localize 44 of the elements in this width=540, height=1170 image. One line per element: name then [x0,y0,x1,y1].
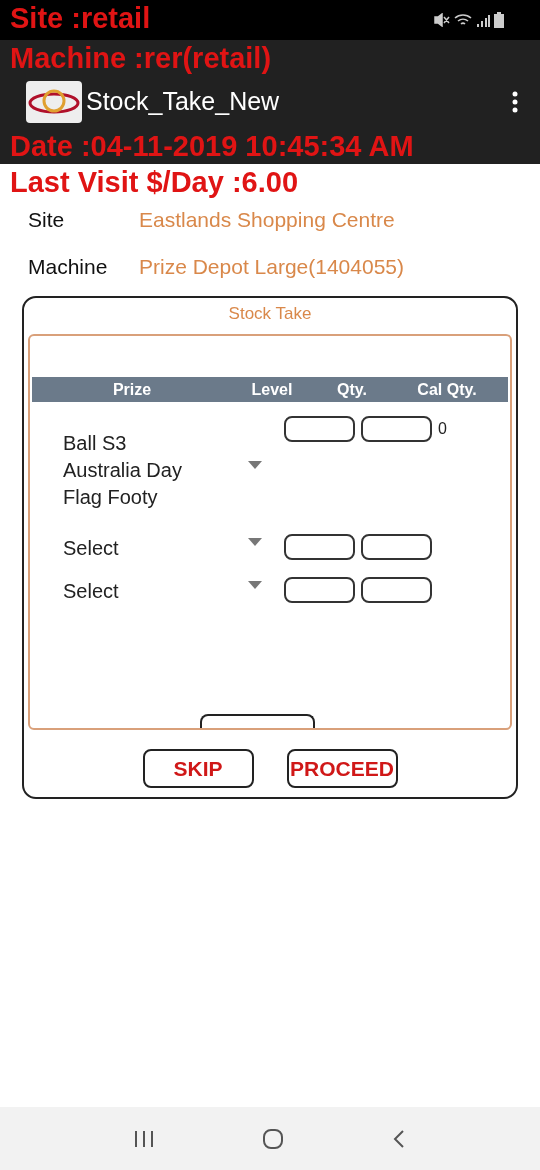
prize-dropdown[interactable]: Select [30,535,216,562]
more-options-icon[interactable] [512,91,518,113]
overlay-text: Date :04-11-2019 10:45:34 AM [10,129,414,164]
info-value: Prize Depot Large(1404055) [139,254,404,280]
dropdown-arrow-icon[interactable] [248,461,262,469]
overlay-text: Machine :rer(retail) [10,41,272,76]
info-value: Eastlands Shopping Centre [139,207,395,233]
prize-name: Ball S3 [63,431,128,456]
battery-icon [494,12,504,28]
recent-apps-icon[interactable] [134,1129,154,1148]
info-label: Machine [28,254,109,280]
prize-dropdown[interactable]: Ball S3 Australia Day Flag Footy [30,430,216,511]
home-icon[interactable] [262,1127,284,1150]
action-button[interactable]: PROCEED [286,749,398,788]
dropdown-arrow-icon[interactable] [248,581,262,589]
calculated-quantity-field[interactable] [361,416,432,442]
quantity-field[interactable] [284,534,355,560]
signal-icon [476,13,490,27]
prize-dropdown[interactable]: Select [30,578,216,605]
overlay-text: Site :retail [10,1,151,36]
column-header: Level [250,379,294,400]
quantity-field[interactable] [284,416,355,442]
mute-icon [434,13,450,27]
back-icon[interactable] [392,1128,406,1149]
wifi-icon [454,13,472,27]
column-header: Prize [111,379,153,400]
calculated-quantity-field[interactable] [361,577,432,603]
info-label: Site [28,207,66,233]
card-title: Stock Take [228,303,312,325]
partial-button[interactable] [200,714,315,728]
prize-name: Select [63,536,120,561]
dropdown-arrow-icon[interactable] [248,538,262,546]
prize-name: Australia Day [63,458,183,483]
column-header: Cal Qty. [416,379,478,400]
quantity-field[interactable] [284,577,355,603]
column-header: Qty. [336,379,368,400]
action-button[interactable]: SKIP [142,749,254,788]
calculated-quantity-field[interactable] [361,534,432,560]
logo-icon [26,81,82,123]
app-title: Stock_Take_New [86,86,280,118]
prize-name: Select [63,579,120,604]
prize-name: Flag Footy [63,485,159,510]
calculated-quantity: 0 [438,419,447,439]
overlay-text: Last Visit $/Day :6.00 [10,165,298,200]
